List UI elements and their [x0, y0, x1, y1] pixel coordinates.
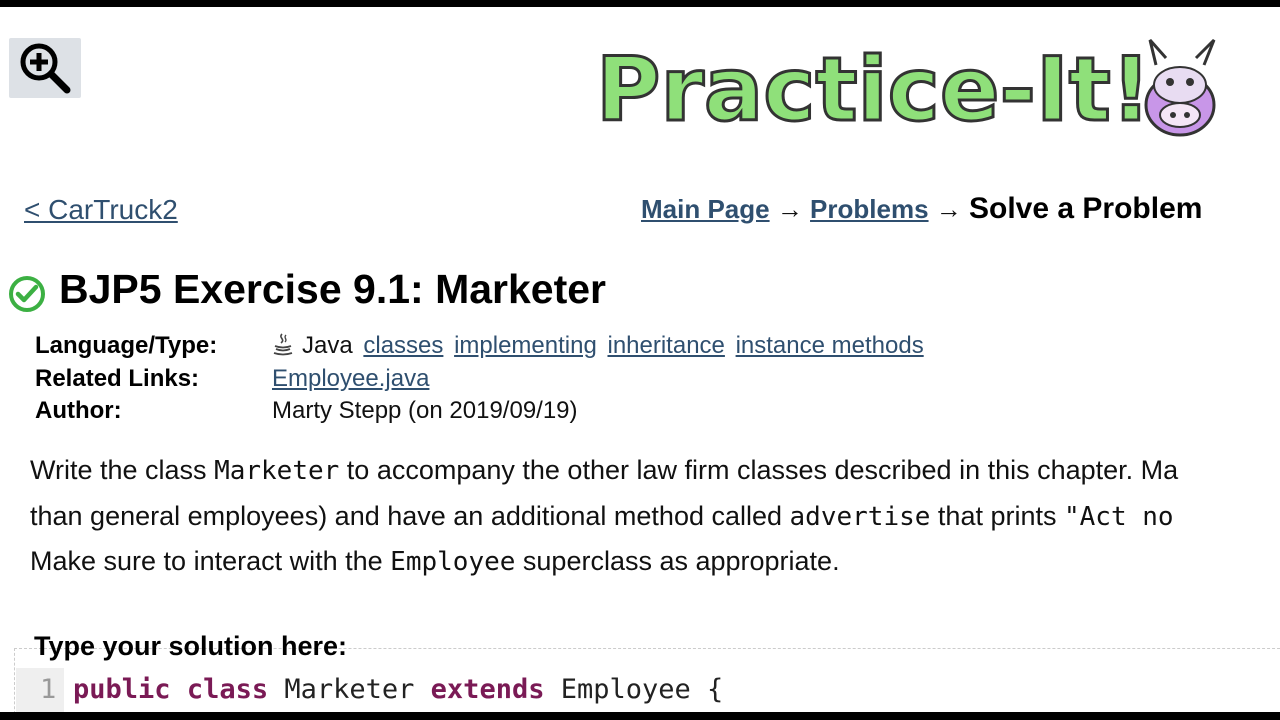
svg-text:Practice-It!: Practice-It! — [596, 38, 1151, 140]
line-number: 1 — [40, 674, 57, 705]
language-name: Java — [302, 332, 353, 359]
bottom-border — [0, 712, 1280, 720]
tag-link[interactable]: classes — [363, 332, 443, 359]
related-links-label: Related Links: — [35, 364, 200, 392]
inline-code: advertise — [789, 501, 931, 532]
code-keyword: public — [73, 674, 171, 705]
practice-it-logo[interactable]: Practice-It! — [588, 30, 1228, 143]
description-text: than general employees) and have an addi… — [30, 500, 790, 531]
breadcrumb-arrow: → — [769, 194, 811, 224]
previous-problem-link[interactable]: < CarTruck2 — [24, 194, 178, 226]
tag-link[interactable]: instance methods — [736, 332, 924, 359]
inline-code: "Act no — [1064, 501, 1174, 532]
page-title: BJP5 Exercise 9.1: Marketer — [59, 266, 607, 312]
description-text: that prints — [930, 500, 1064, 531]
language-label: Language/Type: — [35, 332, 218, 359]
related-links-value: Employee.java — [272, 365, 429, 393]
description-text: Make sure to interact with the — [30, 546, 391, 576]
code-identifier: Marketer — [284, 674, 415, 705]
code-keyword: extends — [430, 674, 545, 705]
problem-description: Write the class Marketer to accompany th… — [30, 448, 1280, 585]
description-line: than general employees) and have an addi… — [30, 494, 1280, 540]
check-circle-icon — [9, 276, 45, 312]
editor-label: Type your solution here: — [34, 631, 348, 661]
description-text: to accompany the other law firm classes … — [339, 455, 1179, 485]
description-text: superclass as appropriate. — [515, 546, 840, 576]
author-value: Marty Stepp (on 2019/09/19) — [272, 397, 578, 424]
breadcrumb-current: Solve a Problem — [969, 192, 1203, 225]
inline-code: Employee — [390, 547, 516, 577]
description-line: Write the class Marketer to accompany th… — [30, 448, 1280, 494]
tag-link[interactable]: inheritance — [607, 332, 724, 359]
top-border — [0, 0, 1280, 7]
author-label: Author: — [35, 397, 122, 424]
code-line[interactable]: public class Marketer extends Employee { — [73, 674, 723, 705]
inline-code: Marketer — [214, 456, 340, 486]
description-text: Write the class — [30, 455, 215, 485]
breadcrumb-problems[interactable]: Problems — [810, 194, 929, 224]
zoom-in-icon — [20, 43, 71, 94]
tag-link[interactable]: implementing — [454, 332, 597, 359]
breadcrumb: Main Page → Problems → Solve a Problem — [641, 192, 1202, 226]
cow-mascot-icon — [1144, 38, 1216, 137]
breadcrumb-arrow: → — [928, 194, 969, 224]
breadcrumb-main-page[interactable]: Main Page — [641, 194, 770, 224]
java-cup-icon — [273, 333, 293, 356]
description-line: Make sure to interact with the Employee … — [30, 539, 1280, 585]
employee-java-link[interactable]: Employee.java — [272, 365, 429, 392]
language-value: Java classes implementing inheritance in… — [272, 332, 924, 360]
code-identifier: Employee { — [560, 674, 724, 705]
code-keyword: class — [186, 674, 269, 705]
zoom-in-button[interactable] — [9, 38, 81, 98]
